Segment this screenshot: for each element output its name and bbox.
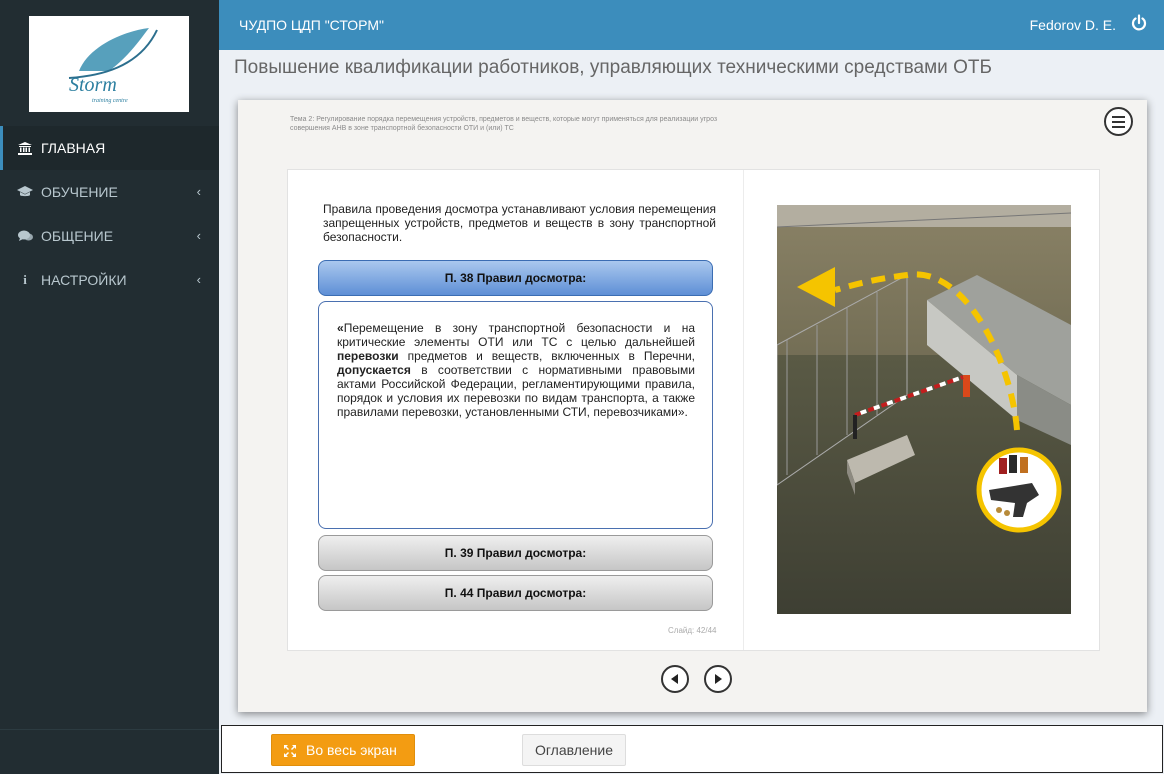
svg-text:training centre: training centre	[92, 98, 128, 104]
brand-title[interactable]: ЧУДПО ЦДП "СТОРМ"	[239, 17, 384, 33]
expand-icon	[284, 744, 296, 757]
chevron-left-icon: ‹	[196, 184, 201, 199]
fullscreen-button[interactable]: Во весь экран	[271, 734, 415, 766]
slide-menu-button[interactable]	[1104, 107, 1133, 136]
accordion-item-p39[interactable]: П. 39 Правил досмотра:	[318, 535, 713, 571]
graduation-cap-icon	[17, 186, 33, 198]
logo-text: Storm	[69, 74, 117, 96]
slide-topic: Тема 2: Регулирование порядка перемещени…	[290, 116, 718, 132]
info-icon: i	[23, 272, 27, 287]
storm-logo[interactable]: Storm training centre	[29, 16, 189, 112]
power-icon[interactable]	[1131, 14, 1147, 32]
page-divider	[743, 170, 744, 650]
sidebar: Storm training centre ГЛАВНАЯ ОБУЧЕНИЕ ‹…	[0, 0, 219, 774]
user-name[interactable]: Fedorov D. E.	[1030, 17, 1116, 33]
sidebar-item-label: НАСТРОЙКИ	[41, 272, 127, 288]
table-of-contents-button[interactable]: Оглавление	[522, 734, 626, 766]
top-header: ЧУДПО ЦДП "СТОРМ" Fedorov D. E.	[219, 0, 1164, 50]
sidebar-item-main[interactable]: ГЛАВНАЯ	[0, 126, 219, 170]
fullscreen-label: Во весь экран	[306, 742, 397, 758]
slide-page: Правила проведения досмотра устанавливаю…	[287, 169, 1100, 651]
comments-icon	[17, 230, 33, 242]
slide-counter: Слайд: 42/44	[668, 626, 717, 635]
accordion-item-p44[interactable]: П. 44 Правил досмотра:	[318, 575, 713, 611]
divider	[0, 729, 219, 730]
sidebar-item-label: ОБУЧЕНИЕ	[41, 184, 118, 200]
sidebar-item-label: ОБЩЕНИЕ	[41, 228, 114, 244]
bottom-toolbar: Во весь экран Оглавление	[221, 725, 1163, 773]
sidebar-menu: ГЛАВНАЯ ОБУЧЕНИЕ ‹ ОБЩЕНИЕ ‹ i НАСТРОЙКИ…	[0, 126, 219, 302]
page-title: Повышение квалификации работников, управ…	[234, 57, 992, 78]
sidebar-item-communication[interactable]: ОБЩЕНИЕ ‹	[0, 214, 219, 258]
slide-intro-text: Правила проведения досмотра устанавливаю…	[323, 202, 716, 244]
sidebar-item-training[interactable]: ОБУЧЕНИЕ ‹	[0, 170, 219, 214]
chevron-left-icon: ‹	[196, 272, 201, 287]
bank-icon	[17, 141, 33, 155]
checkpoint-illustration	[777, 205, 1071, 614]
sidebar-item-label: ГЛАВНАЯ	[41, 140, 106, 156]
accordion-item-p38[interactable]: П. 38 Правил досмотра:	[318, 260, 713, 296]
prev-slide-button[interactable]	[661, 665, 689, 693]
next-slide-button[interactable]	[704, 665, 732, 693]
course-slide: Тема 2: Регулирование порядка перемещени…	[238, 100, 1147, 712]
accordion-content-p38: «Перемещение в зону транспортной безопас…	[318, 301, 713, 529]
chevron-left-icon: ‹	[196, 228, 201, 243]
sidebar-item-settings[interactable]: i НАСТРОЙКИ ‹	[0, 258, 219, 302]
